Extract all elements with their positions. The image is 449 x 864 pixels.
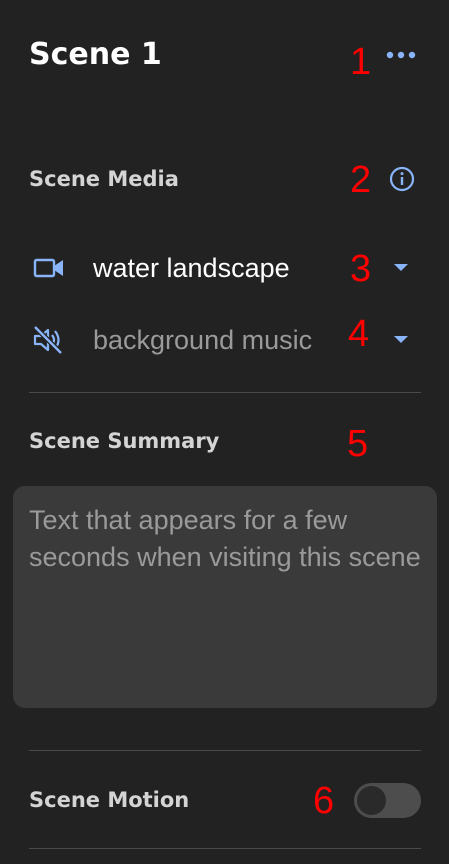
annotation-3: 3 <box>350 248 372 290</box>
divider <box>29 750 421 751</box>
annotation-2: 2 <box>350 159 372 201</box>
annotation-6: 6 <box>313 780 335 822</box>
volume-off-icon <box>33 325 63 355</box>
more-options-button[interactable] <box>384 43 418 67</box>
more-horizontal-icon <box>386 51 416 59</box>
videocam-icon <box>33 258 63 278</box>
info-circle-icon <box>389 166 415 192</box>
scene-media-label: Scene Media <box>29 167 179 191</box>
scene-motion-label: Scene Motion <box>29 788 190 812</box>
annotation-4: 4 <box>348 313 370 355</box>
video-media-label: water landscape <box>93 253 290 283</box>
scene-summary-placeholder: Text that appears for a few seconds when… <box>29 505 421 572</box>
annotation-1: 1 <box>350 41 372 83</box>
caret-down-icon <box>394 336 408 343</box>
divider <box>29 392 421 393</box>
scene-summary-label: Scene Summary <box>29 429 220 453</box>
scene-summary-textarea[interactable]: Text that appears for a few seconds when… <box>13 486 437 708</box>
divider <box>29 848 421 849</box>
scene-motion-toggle[interactable] <box>354 783 421 818</box>
scene-title: Scene 1 <box>29 37 162 72</box>
annotation-5: 5 <box>347 423 369 465</box>
info-button[interactable] <box>389 166 415 192</box>
caret-down-icon <box>394 264 408 271</box>
toggle-knob <box>357 786 386 815</box>
audio-media-label: background music <box>93 325 313 355</box>
